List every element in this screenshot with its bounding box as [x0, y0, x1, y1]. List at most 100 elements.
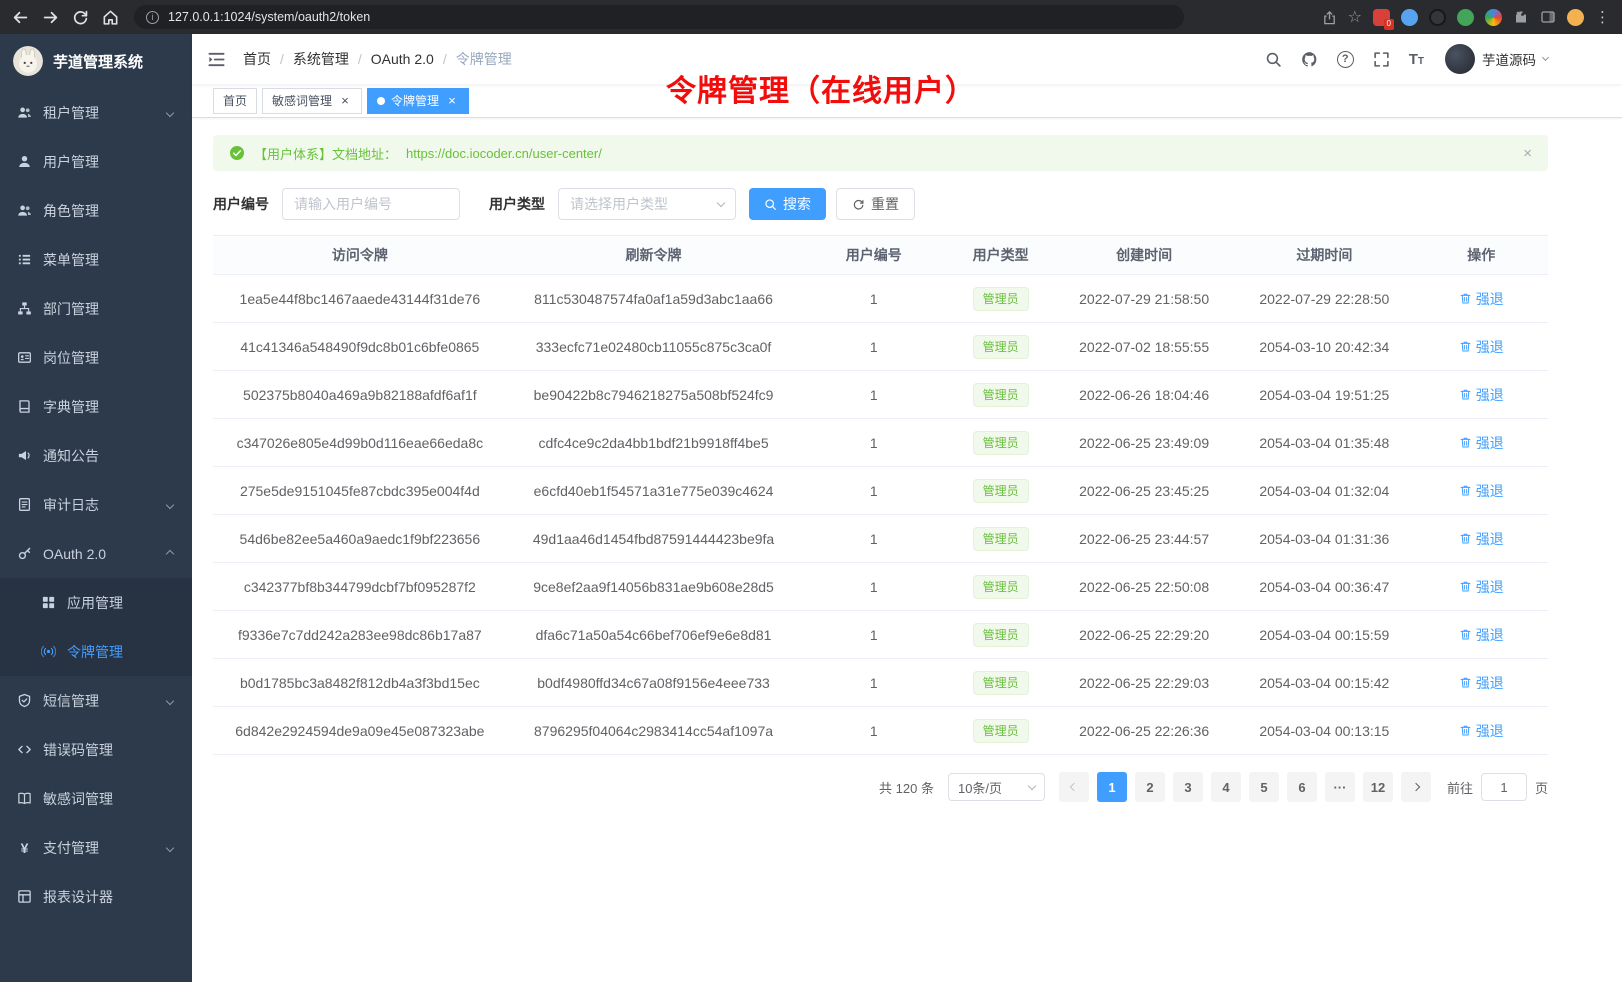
extension-blue-icon[interactable] [1401, 9, 1418, 26]
force-logout-button[interactable]: 强退 [1459, 481, 1504, 501]
app-logo[interactable]: 芋道管理系统 [0, 34, 192, 88]
user-menu[interactable]: 芋道源码 [1445, 44, 1548, 74]
extension-colorful-icon[interactable] [1485, 9, 1502, 26]
main-area: 首页 / 系统管理 / OAuth 2.0 / 令牌管理 芋道源码 [192, 34, 1622, 982]
breadcrumb-system[interactable]: 系统管理 [293, 49, 349, 69]
sidebar-item-post[interactable]: 岗位管理 [0, 333, 192, 382]
page-button-4[interactable]: 4 [1211, 772, 1241, 802]
tab-sensitive-word[interactable]: 敏感词管理 × [262, 88, 362, 114]
breadcrumb-home[interactable]: 首页 [243, 49, 271, 69]
sidebar-item-menu[interactable]: 菜单管理 [0, 235, 192, 284]
extension-green-icon[interactable] [1457, 9, 1474, 26]
sidebar-item-pay[interactable]: ¥ 支付管理 [0, 823, 192, 872]
user-type-select[interactable]: 请选择用户类型 [558, 188, 736, 220]
access-token-cell: 275e5de9151045fe87cbdc395e004f4d [213, 467, 507, 515]
trash-icon [1459, 292, 1472, 305]
bookmark-star-icon[interactable] [1348, 9, 1362, 26]
reset-button[interactable]: 重置 [836, 188, 915, 220]
search-button-label: 搜索 [783, 194, 811, 214]
sidebar-item-sms[interactable]: 短信管理 [0, 676, 192, 725]
user-type-badge: 管理员 [973, 719, 1029, 743]
browser-profile-avatar[interactable] [1567, 9, 1584, 26]
page-button-5[interactable]: 5 [1249, 772, 1279, 802]
sidebar-item-report-designer[interactable]: 报表设计器 [0, 872, 192, 921]
page-button-6[interactable]: 6 [1287, 772, 1317, 802]
extensions-puzzle-icon[interactable] [1513, 9, 1529, 25]
user-type-label: 用户类型 [489, 194, 545, 214]
force-logout-button[interactable]: 强退 [1459, 673, 1504, 693]
force-logout-button[interactable]: 强退 [1459, 721, 1504, 741]
sidebar-item-error-code[interactable]: 错误码管理 [0, 725, 192, 774]
sidebar-item-dict[interactable]: 字典管理 [0, 382, 192, 431]
split-view-icon[interactable] [1540, 9, 1556, 25]
address-bar[interactable]: 127.0.0.1:1024/system/oauth2/token [134, 5, 1184, 29]
goto-page-input[interactable] [1481, 773, 1527, 801]
force-logout-label: 强退 [1476, 577, 1504, 597]
access-token-cell: c347026e805e4d99b0d116eae66eda8c [213, 419, 507, 467]
font-size-icon[interactable] [1409, 52, 1424, 67]
pagination: 共 120 条 10条/页 1 2 3 4 5 6 ··· 12 前往 页 [213, 772, 1548, 802]
page-button-3[interactable]: 3 [1173, 772, 1203, 802]
browser-home-icon[interactable] [102, 9, 119, 26]
user-type-cell: 管理员 [947, 275, 1054, 323]
refresh-token-cell: be90422b8c7946218275a508bf524fc9 [507, 371, 801, 419]
search-button[interactable]: 搜索 [749, 188, 826, 220]
force-logout-button[interactable]: 强退 [1459, 289, 1504, 309]
force-logout-button[interactable]: 强退 [1459, 433, 1504, 453]
search-icon[interactable] [1265, 51, 1282, 68]
force-logout-button[interactable]: 强退 [1459, 529, 1504, 549]
browser-menu-icon[interactable] [1595, 8, 1610, 26]
sidebar-item-tenant[interactable]: 租户管理 [0, 88, 192, 137]
sidebar-item-sensitive-word[interactable]: 敏感词管理 [0, 774, 192, 823]
force-logout-button[interactable]: 强退 [1459, 385, 1504, 405]
actions-cell: 强退 [1414, 323, 1548, 371]
sidebar-item-audit-log[interactable]: 审计日志 [0, 480, 192, 529]
sidebar-item-oauth2-app[interactable]: 应用管理 [0, 578, 192, 627]
sidebar-item-oauth2[interactable]: OAuth 2.0 [0, 529, 192, 578]
doc-link[interactable]: https://doc.iocoder.cn/user-center/ [406, 146, 602, 161]
next-page-button[interactable] [1401, 772, 1431, 802]
sidebar-item-oauth2-token[interactable]: 令牌管理 [0, 627, 192, 676]
fullscreen-icon[interactable] [1373, 51, 1390, 68]
force-logout-button[interactable]: 强退 [1459, 625, 1504, 645]
tab-home[interactable]: 首页 [213, 88, 257, 114]
github-icon[interactable] [1301, 51, 1318, 68]
sidebar-item-role[interactable]: 角色管理 [0, 186, 192, 235]
sidebar-item-notice[interactable]: 通知公告 [0, 431, 192, 480]
page-size-select[interactable]: 10条/页 [948, 773, 1045, 801]
site-info-icon[interactable] [146, 11, 159, 24]
extension-dark-icon[interactable] [1429, 9, 1446, 26]
extension-badge: 0 [1384, 19, 1394, 30]
sidebar-item-dept[interactable]: 部门管理 [0, 284, 192, 333]
close-icon[interactable]: × [338, 94, 352, 108]
browser-forward-icon[interactable] [42, 9, 59, 26]
browser-reload-icon[interactable] [72, 9, 89, 26]
page-button-2[interactable]: 2 [1135, 772, 1165, 802]
force-logout-button[interactable]: 强退 [1459, 337, 1504, 357]
page-content: 【用户体系】文档地址： https://doc.iocoder.cn/user-… [192, 118, 1622, 982]
share-icon[interactable] [1322, 10, 1337, 25]
prev-page-button[interactable] [1059, 772, 1089, 802]
trash-icon [1459, 724, 1472, 737]
expire-time-cell: 2054-03-04 01:32:04 [1234, 467, 1414, 515]
extension-adblock-icon[interactable]: 0 [1373, 9, 1390, 26]
help-icon[interactable] [1337, 51, 1354, 68]
sidebar-item-user[interactable]: 用户管理 [0, 137, 192, 186]
page-ellipsis[interactable]: ··· [1325, 772, 1355, 802]
alert-close-icon[interactable]: × [1523, 146, 1532, 161]
breadcrumb-oauth2[interactable]: OAuth 2.0 [371, 51, 434, 67]
reset-button-label: 重置 [871, 194, 899, 214]
access-token-cell: b0d1785bc3a8482f812db4a3f3bd15ec [213, 659, 507, 707]
table-row: c347026e805e4d99b0d116eae66eda8c cdfc4ce… [213, 419, 1548, 467]
browser-back-icon[interactable] [12, 9, 29, 26]
close-icon[interactable]: × [445, 94, 459, 108]
sidebar-toggle-icon[interactable] [207, 50, 226, 69]
actions-cell: 强退 [1414, 275, 1548, 323]
force-logout-button[interactable]: 强退 [1459, 577, 1504, 597]
username: 芋道源码 [1482, 49, 1536, 69]
force-logout-label: 强退 [1476, 529, 1504, 549]
page-button-12[interactable]: 12 [1363, 772, 1393, 802]
user-id-input[interactable] [282, 188, 460, 220]
tab-token[interactable]: 令牌管理 × [367, 88, 469, 114]
page-button-1[interactable]: 1 [1097, 772, 1127, 802]
